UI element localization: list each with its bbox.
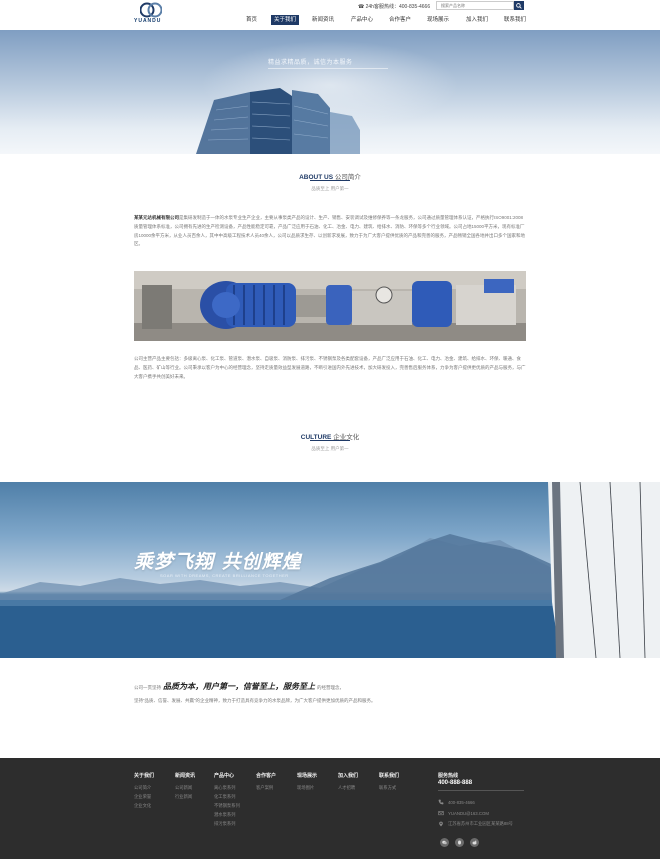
about-paragraph-2: 公司主营产品主要包括：多级离心泵、化工泵、管道泵、潜水泵、自吸泵、消防泵、排污泵… [134, 356, 526, 379]
footer-col-title[interactable]: 关于我们 [134, 772, 154, 779]
culture-banner [0, 482, 660, 658]
location-icon [439, 821, 443, 827]
email-icon [438, 811, 444, 816]
nav-showcase[interactable]: 现场展示 [427, 15, 449, 25]
footer-link[interactable]: 排污泵系列 [214, 819, 240, 828]
footer-link[interactable]: 人才招聘 [338, 783, 358, 792]
footer-link[interactable]: 公司简介 [134, 783, 154, 792]
weibo-icon [472, 840, 477, 845]
search-icon [516, 2, 522, 9]
footer-col-join: 加入我们 人才招聘 [338, 772, 358, 792]
hotline-number: 24h客服热线：400-835-4666 [365, 4, 431, 10]
about-text-1: 是集研发制造于一体的水泵专业生产企业，主要从事泵类产品的设计、生产、销售、安装调… [134, 215, 526, 247]
about-rule [310, 180, 350, 181]
footer-link[interactable]: 不锈钢泵系列 [214, 801, 240, 810]
hero-banner: 精益求精品质，诚信为本服务 [0, 30, 660, 154]
footer-col-news: 新闻资讯 公司新闻 行业新闻 [175, 772, 195, 801]
qq-icon [458, 840, 461, 845]
qq-button[interactable] [455, 838, 464, 847]
footer-link[interactable]: 公司新闻 [175, 783, 195, 792]
lake-scene [0, 482, 660, 658]
about-paragraph-1: 某某元达机械有限公司是集研发制造于一体的水泵专业生产企业，主要从事泵类产品的设计… [134, 214, 526, 260]
contact-address-row: 江苏省苏州市工业园区某某路88号 [438, 821, 513, 827]
weibo-button[interactable] [470, 838, 479, 847]
about-subtitle: 品质至上 用户第一 [311, 186, 349, 191]
footer-col-title[interactable]: 产品中心 [214, 772, 240, 779]
hotline-text: ☎ 24h客服热线：400-835-4666 [358, 3, 430, 10]
wechat-icon [442, 840, 447, 845]
banner-divider [268, 68, 388, 69]
footer-col-contact: 联系我们 联系方式 [379, 772, 399, 792]
contact-email-text[interactable]: YUANDU@163.COM [448, 811, 489, 816]
footer-col-products: 产品中心 离心泵系列 化工泵系列 不锈钢泵系列 潜水泵系列 排污泵系列 [214, 772, 240, 828]
footer-col-title[interactable]: 现场展示 [297, 772, 317, 779]
footer-col-title[interactable]: 加入我们 [338, 772, 358, 779]
footer-link[interactable]: 联系方式 [379, 783, 399, 792]
footer-link[interactable]: 企业文化 [134, 801, 154, 810]
company-name: 某某元达机械有限公司 [134, 215, 179, 220]
phone-icon: ☎ [358, 4, 365, 10]
footer-link[interactable]: 企业荣誉 [134, 792, 154, 801]
pump-image [134, 271, 526, 341]
building-illustration [196, 88, 360, 154]
contact-divider [438, 790, 524, 791]
footer-link[interactable]: 离心泵系列 [214, 783, 240, 792]
footer-col-showcase: 现场展示 现场图片 [297, 772, 317, 792]
contact-phone-text: 400-835-4666 [448, 799, 475, 805]
logo-text: YUANDU [134, 18, 162, 24]
footer-col-about: 关于我们 公司简介 企业荣誉 企业文化 [134, 772, 154, 810]
contact-address-text: 江苏省苏州市工业园区某某路88号 [448, 821, 513, 826]
culture-description: 坚持“品质、信誉、发展、共赢”的企业精神，致力于打造具有竞争力的水泵品牌，为广大… [134, 698, 376, 703]
footer-col-title[interactable]: 合作客户 [256, 772, 276, 779]
footer-link[interactable]: 行业新闻 [175, 792, 195, 801]
nav-products[interactable]: 产品中心 [351, 15, 373, 25]
culture-slogan-en: SOAR WITH DREAMS, CREATE BRILLIANCE TOGE… [160, 573, 289, 578]
footer-link[interactable]: 现场图片 [297, 783, 317, 792]
contact-title: 服务热线 [438, 773, 459, 779]
nav-contact[interactable]: 联系我们 [504, 15, 526, 25]
footer-link[interactable]: 化工泵系列 [214, 792, 240, 801]
contact-phone: 400-888-888 [438, 780, 473, 786]
wechat-button[interactable] [440, 838, 449, 847]
nav-home[interactable]: 首页 [246, 15, 257, 25]
nav-news[interactable]: 新闻资讯 [312, 15, 334, 25]
motto-suffix: 的经营理念， [317, 685, 344, 690]
nav-about[interactable]: 关于我们 [271, 15, 300, 25]
pump-photo [134, 271, 526, 341]
site-header: YUANDU ☎ 24h客服热线：400-835-4666 首页 关于我们 新闻… [0, 0, 660, 30]
site-footer: 关于我们 公司简介 企业荣誉 企业文化 新闻资讯 公司新闻 行业新闻 产品中心 … [0, 758, 660, 859]
motto-line: 公司一贯坚持 品质为本，用户第一，信誉至上，服务至上 的经营理念， [134, 681, 344, 692]
culture-subtitle: 品质至上 用户第一 [311, 446, 349, 451]
logo[interactable]: YUANDU [134, 2, 174, 28]
motto-text: 品质为本，用户第一，信誉至上，服务至上 [163, 681, 315, 691]
search-button[interactable] [514, 1, 524, 10]
contact-email-row: YUANDU@163.COM [438, 810, 489, 816]
footer-link[interactable]: 客户案例 [256, 783, 276, 792]
footer-col-title[interactable]: 新闻资讯 [175, 772, 195, 779]
logo-mark-icon [140, 2, 162, 18]
footer-col-title[interactable]: 联系我们 [379, 772, 399, 779]
nav-clients[interactable]: 合作客户 [389, 15, 411, 25]
motto-prefix: 公司一贯坚持 [134, 685, 161, 690]
footer-col-clients: 合作客户 客户案例 [256, 772, 276, 792]
search-input[interactable] [436, 1, 514, 10]
culture-rule [310, 440, 350, 441]
contact-phone-row: 400-835-4666 [438, 799, 475, 805]
nav-join[interactable]: 加入我们 [466, 15, 488, 25]
culture-slogan: 乘梦飞翔 共创辉煌 [134, 551, 302, 573]
footer-link[interactable]: 潜水泵系列 [214, 810, 240, 819]
phone-icon [438, 799, 444, 805]
banner-tagline: 精益求精品质，诚信为本服务 [268, 60, 353, 66]
